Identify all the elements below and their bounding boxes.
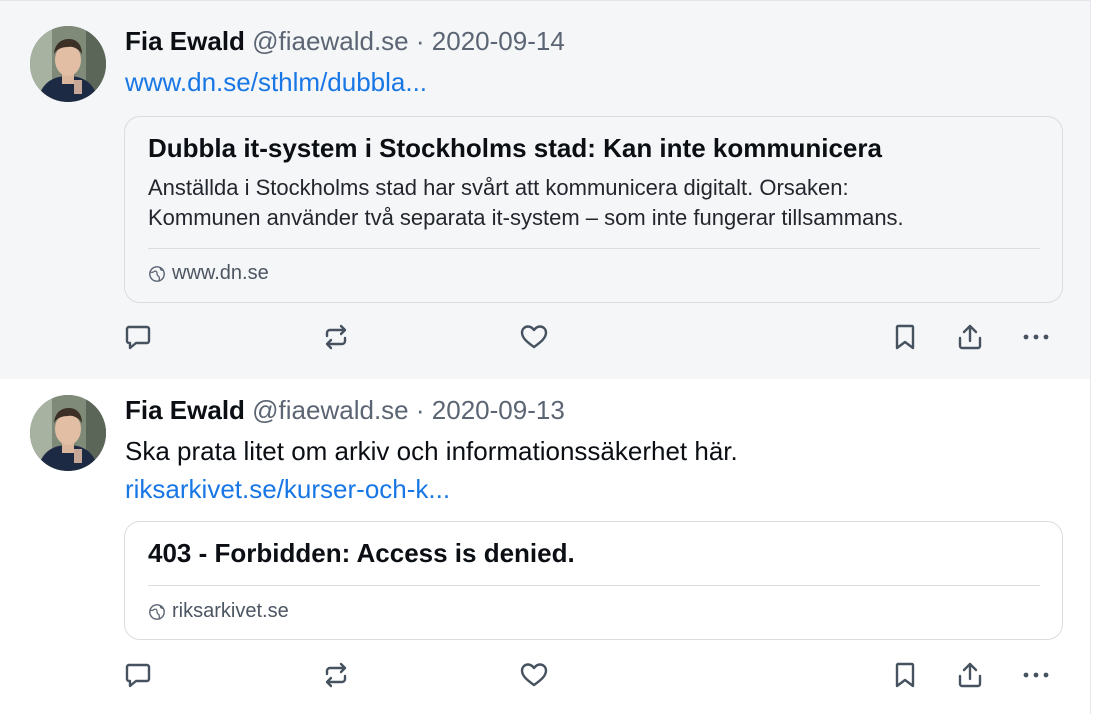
repost-button[interactable]: [318, 319, 354, 355]
avatar[interactable]: [30, 395, 106, 471]
card-divider: [148, 248, 1040, 249]
share-icon: [958, 662, 982, 688]
author-handle[interactable]: @fiaewald.se: [252, 395, 408, 425]
like-button[interactable]: [516, 319, 552, 355]
post-date[interactable]: 2020-09-13: [432, 395, 565, 425]
repost-icon: [325, 324, 347, 350]
bookmark-button[interactable]: [887, 319, 923, 355]
card-title: 403 - Forbidden: Access is denied.: [148, 538, 575, 568]
reply-button[interactable]: [120, 319, 156, 355]
post-actions: [120, 657, 1060, 697]
card-title: Dubbla it-system i Stockholms stad: Kan …: [148, 133, 882, 163]
author-handle[interactable]: @fiaewald.se: [252, 26, 408, 56]
more-icon: [1023, 672, 1049, 678]
card-description: Anställda i Stockholms stad har svårt at…: [148, 173, 1038, 233]
timeline: Fia Ewald @fiaewald.se · 2020-09-14 www.…: [0, 0, 1091, 714]
post[interactable]: Fia Ewald @fiaewald.se · 2020-09-13 Ska …: [0, 379, 1090, 714]
globe-icon: [149, 265, 165, 282]
author-name[interactable]: Fia Ewald: [125, 395, 245, 425]
card-description-line: Anställda i Stockholms stad har svårt at…: [148, 175, 849, 200]
bookmark-button[interactable]: [887, 657, 923, 693]
more-options-button[interactable]: [1018, 657, 1054, 693]
card-domain-text: www.dn.se: [172, 262, 269, 284]
card-domain-text: riksarkivet.se: [172, 600, 289, 622]
more-options-button[interactable]: [1018, 319, 1054, 355]
card-domain: riksarkivet.se: [148, 600, 289, 623]
author-name[interactable]: Fia Ewald: [125, 26, 245, 56]
share-button[interactable]: [952, 657, 988, 693]
reply-icon: [125, 325, 151, 350]
avatar[interactable]: [30, 26, 106, 102]
card-description-line: Kommunen använder två separata it-system…: [148, 205, 904, 230]
card-divider: [148, 585, 1040, 586]
post-text: Ska prata litet om arkiv och information…: [125, 436, 738, 466]
post-date[interactable]: 2020-09-14: [432, 26, 565, 56]
reply-icon: [125, 663, 151, 688]
share-icon: [958, 324, 982, 350]
like-icon: [520, 325, 548, 349]
post-header: Fia Ewald @fiaewald.se · 2020-09-14: [125, 26, 565, 56]
like-button[interactable]: [516, 657, 552, 693]
link-preview-card[interactable]: 403 - Forbidden: Access is denied. riksa…: [124, 521, 1063, 640]
bookmark-icon: [895, 324, 915, 350]
post-link[interactable]: www.dn.se/sthlm/dubbla...: [125, 66, 427, 98]
link-preview-card[interactable]: Dubbla it-system i Stockholms stad: Kan …: [124, 116, 1063, 303]
card-domain: www.dn.se: [148, 262, 269, 285]
globe-icon: [149, 603, 165, 620]
post-actions: [120, 319, 1060, 359]
reply-button[interactable]: [120, 657, 156, 693]
post-header: Fia Ewald @fiaewald.se · 2020-09-13: [125, 395, 565, 425]
more-icon: [1023, 334, 1049, 340]
repost-icon: [325, 662, 347, 688]
bookmark-icon: [895, 662, 915, 688]
like-icon: [520, 663, 548, 687]
post-link[interactable]: riksarkivet.se/kurser-och-k...: [125, 473, 450, 505]
header-separator: ·: [415, 395, 425, 425]
share-button[interactable]: [952, 319, 988, 355]
header-separator: ·: [415, 26, 425, 56]
repost-button[interactable]: [318, 657, 354, 693]
post[interactable]: Fia Ewald @fiaewald.se · 2020-09-14 www.…: [0, 0, 1090, 380]
